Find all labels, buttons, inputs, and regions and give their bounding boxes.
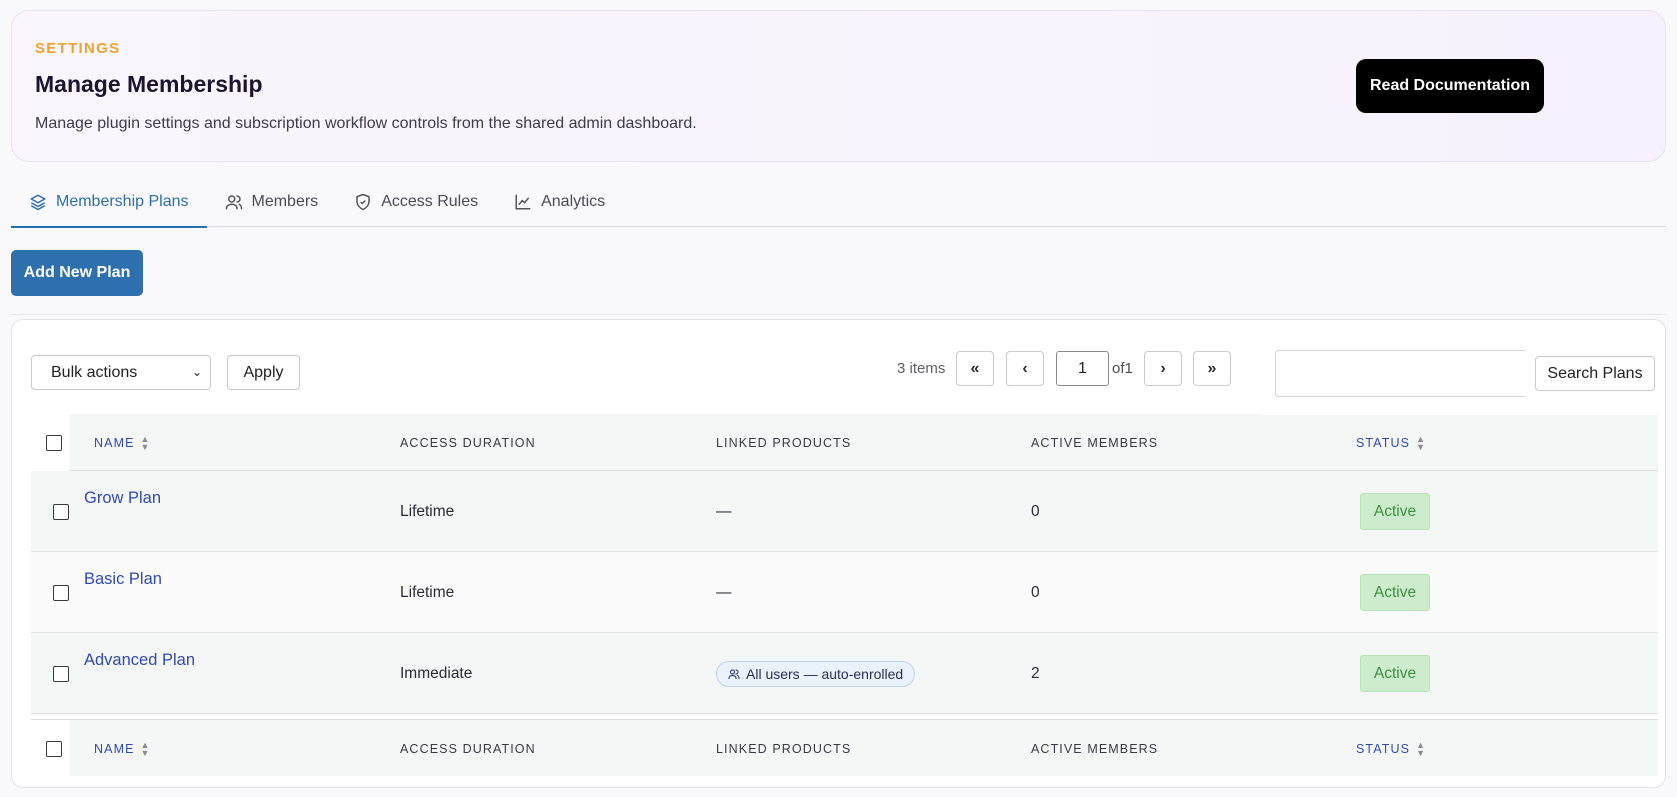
bulk-actions-select[interactable]: Bulk actions ⌄ [31, 355, 211, 390]
sort-icon: ▲ ▼ [140, 433, 151, 452]
total-pages: of1 [1112, 360, 1133, 377]
search-plans-button[interactable]: Search Plans [1535, 356, 1655, 391]
tab-label: Analytics [541, 193, 606, 210]
page-header: SETTINGS Manage Membership Manage plugin… [11, 10, 1666, 162]
auto-enrolled-pill: All users — auto-enrolled [716, 660, 916, 687]
linked-products: — [716, 583, 732, 601]
plan-name-link[interactable]: Basic Plan [84, 570, 162, 589]
settings-eyebrow: SETTINGS [35, 40, 121, 57]
column-access-duration-header: ACCESS DURATION [400, 741, 536, 756]
table-row: Basic Plan Lifetime — 0 Active [31, 552, 1658, 633]
plan-name-link[interactable]: Advanced Plan [84, 651, 195, 670]
row-checkbox[interactable] [53, 585, 69, 601]
sort-icon: ▲ ▼ [1416, 739, 1427, 758]
page-title: Manage Membership [35, 71, 263, 97]
column-status-header[interactable]: STATUS ▲ ▼ [1356, 720, 1426, 777]
linked-products: All users — auto-enrolled [716, 633, 916, 714]
tab-members[interactable]: Members [207, 177, 337, 227]
table-row: Advanced Plan Immediate All users — auto… [31, 633, 1658, 714]
linked-products: — [716, 502, 732, 520]
active-members: 0 [1031, 583, 1040, 601]
sort-icon: ▲ ▼ [140, 739, 151, 758]
column-access-duration-header: ACCESS DURATION [400, 435, 536, 450]
plan-name-link[interactable]: Grow Plan [84, 489, 161, 508]
column-status-header[interactable]: STATUS ▲ ▼ [1356, 414, 1426, 471]
access-duration: Lifetime [400, 502, 455, 520]
active-members: 2 [1031, 664, 1040, 682]
search-input[interactable] [1275, 350, 1525, 397]
line-chart-icon [515, 194, 531, 210]
column-linked-products-header: LINKED PRODUCTS [716, 741, 852, 756]
tab-analytics[interactable]: Analytics [496, 177, 623, 227]
first-page-button[interactable]: « [956, 351, 994, 386]
access-duration: Immediate [400, 664, 473, 682]
table-row: Grow Plan Lifetime — 0 Active [31, 471, 1658, 552]
last-page-button[interactable]: » [1193, 351, 1231, 386]
items-count: 3 items [897, 360, 946, 377]
pill-label: All users — auto-enrolled [746, 665, 904, 682]
users-icon [225, 195, 242, 210]
column-name-header[interactable]: NAME ▲ ▼ [94, 720, 151, 777]
current-page-input[interactable]: 1 [1056, 351, 1109, 386]
tab-label: Access Rules [381, 193, 479, 210]
tab-bar: Membership Plans Members Access Rules An… [11, 177, 1666, 228]
status-badge: Active [1360, 574, 1430, 611]
sort-icon: ▲ ▼ [1416, 433, 1427, 452]
apply-button[interactable]: Apply [227, 355, 300, 390]
select-all-checkbox[interactable] [46, 741, 62, 757]
read-documentation-button[interactable]: Read Documentation [1356, 59, 1544, 113]
shield-check-icon [356, 193, 370, 211]
divider [11, 314, 1666, 315]
tab-label: Members [251, 193, 319, 210]
column-name-header[interactable]: NAME ▲ ▼ [94, 414, 151, 471]
column-active-members-header: ACTIVE MEMBERS [1031, 741, 1159, 756]
next-page-button[interactable]: › [1144, 351, 1182, 386]
plans-panel: Bulk actions ⌄ Apply 3 items « ‹ 1 of1 ›… [11, 319, 1666, 788]
active-members: 0 [1031, 502, 1040, 520]
column-active-members-header: ACTIVE MEMBERS [1031, 435, 1159, 450]
page-description: Manage plugin settings and subscription … [35, 115, 697, 132]
users-icon [728, 668, 740, 679]
table-footer: NAME ▲ ▼ ACCESS DURATION LINKED PRODUCTS … [31, 719, 1658, 777]
tab-membership-plans[interactable]: Membership Plans [11, 177, 207, 228]
tab-access-rules[interactable]: Access Rules [336, 177, 496, 227]
column-linked-products-header: LINKED PRODUCTS [716, 435, 852, 450]
add-new-plan-button[interactable]: Add New Plan [11, 250, 143, 296]
layers-icon [30, 194, 46, 210]
tab-label: Membership Plans [56, 192, 189, 210]
select-all-checkbox[interactable] [46, 435, 62, 451]
chevron-down-icon: ⌄ [191, 365, 202, 379]
status-badge: Active [1360, 655, 1430, 692]
bulk-actions-value: Bulk actions [51, 363, 138, 381]
table-header: NAME ▲ ▼ ACCESS DURATION LINKED PRODUCTS … [31, 414, 1658, 471]
row-checkbox[interactable] [53, 504, 69, 520]
row-checkbox[interactable] [53, 666, 69, 682]
access-duration: Lifetime [400, 583, 455, 601]
status-badge: Active [1360, 493, 1430, 530]
prev-page-button[interactable]: ‹ [1006, 351, 1044, 386]
